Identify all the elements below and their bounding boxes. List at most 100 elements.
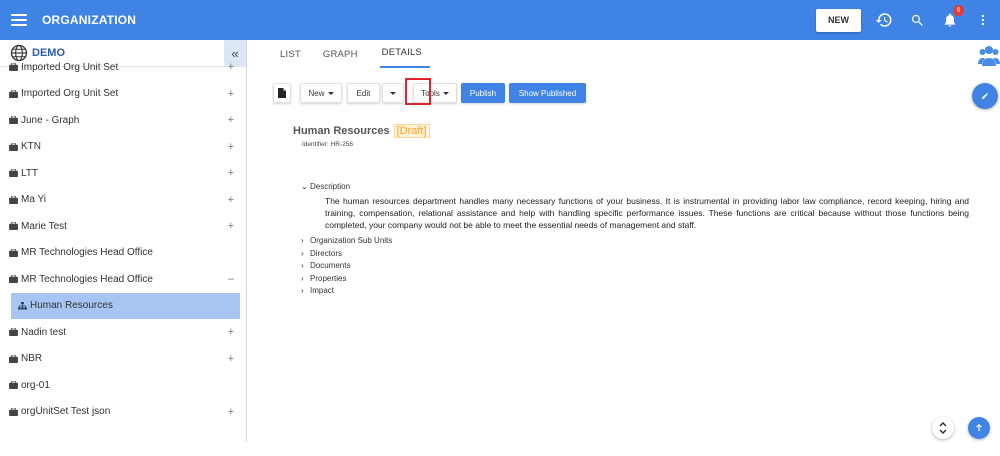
- briefcase-icon: [9, 63, 18, 72]
- sidebar-item-label: MR Technologies Head Office: [21, 273, 153, 285]
- org-tree-icon: [18, 301, 27, 310]
- more-vert-icon[interactable]: [974, 11, 992, 29]
- new-dropdown-button[interactable]: New: [300, 83, 342, 103]
- section-label: Impact: [310, 286, 335, 296]
- arrow-up-icon: [976, 424, 982, 432]
- caret-down-icon: [327, 91, 334, 95]
- sidebar-item[interactable]: LTT +: [0, 160, 246, 187]
- briefcase-icon: [9, 248, 18, 257]
- section-org-sub-units[interactable]: › Organization Sub Units: [301, 235, 971, 248]
- scroll-toggle-button[interactable]: [932, 417, 954, 439]
- sidebar-item[interactable]: NBR +: [0, 346, 246, 373]
- search-icon[interactable]: [908, 11, 926, 29]
- expand-icon[interactable]: +: [228, 353, 234, 365]
- chevron-right-icon: ›: [301, 236, 304, 246]
- sidebar-item-human-resources[interactable]: Human Resources: [11, 292, 240, 319]
- sidebar-item[interactable]: Marie Test +: [0, 213, 246, 240]
- collapse-icon[interactable]: –: [228, 273, 234, 285]
- show-published-button[interactable]: Show Published: [509, 83, 586, 103]
- notifications-badge: 6: [953, 5, 964, 16]
- sidebar-item[interactable]: June - Graph +: [0, 107, 246, 134]
- chevron-right-icon: ›: [301, 261, 304, 271]
- briefcase-icon: [9, 116, 18, 125]
- record-name: Human Resources: [293, 125, 390, 137]
- publish-button[interactable]: Publish: [461, 83, 505, 103]
- record-identifier: Identifier: HR-256: [302, 141, 353, 148]
- expand-icon[interactable]: +: [228, 141, 234, 153]
- sidebar-item[interactable]: MR Technologies Head Office: [0, 240, 246, 267]
- sidebar-item-label: LTT: [21, 167, 39, 179]
- section-label: Description: [310, 181, 351, 191]
- sidebar-item-label: Ma Yi: [21, 194, 47, 206]
- sidebar-item[interactable]: Ma Yi +: [0, 187, 246, 214]
- briefcase-icon: [9, 222, 18, 231]
- details-toolbar: New Edit Tools Publish Show Published: [273, 78, 586, 105]
- briefcase-icon: [9, 328, 18, 337]
- highlight-box: [405, 78, 431, 105]
- briefcase-icon: [9, 195, 18, 204]
- sidebar-item[interactable]: Imported Org Unit Set +: [0, 81, 246, 108]
- sidebar-item-label: Nadin test: [21, 326, 67, 338]
- sidebar-item[interactable]: KTN +: [0, 134, 246, 161]
- sidebar-item[interactable]: org-01: [0, 372, 246, 399]
- tab-graph[interactable]: GRAPH: [323, 49, 358, 68]
- sidebar: DEMO « Imported Org Unit Set + Imported …: [0, 40, 247, 442]
- history-icon[interactable]: [875, 11, 893, 29]
- section-impact[interactable]: › Impact: [301, 285, 971, 298]
- expand-icon[interactable]: +: [228, 88, 234, 100]
- sidebar-item-label: orgUnitSet Test json: [21, 406, 111, 418]
- sidebar-item[interactable]: Nadin test +: [0, 319, 246, 346]
- edit-fab[interactable]: [972, 83, 998, 109]
- expand-icon[interactable]: +: [228, 220, 234, 232]
- sidebar-item[interactable]: Imported Org Unit Set +: [0, 54, 246, 81]
- sidebar-item-label: MR Technologies Head Office: [21, 247, 153, 259]
- section-label: Organization Sub Units: [310, 236, 393, 246]
- expand-icon[interactable]: +: [228, 167, 234, 179]
- section-properties[interactable]: › Properties: [301, 272, 971, 285]
- sidebar-item-label: KTN: [21, 141, 41, 153]
- main-content: LIST GRAPH DETAILS New Edit Tools Publis…: [248, 40, 1000, 456]
- sidebar-item[interactable]: orgUnitSet Test json +: [0, 399, 246, 426]
- sidebar-item-label: Imported Org Unit Set: [21, 88, 119, 100]
- users-icon[interactable]: [978, 42, 1000, 68]
- topbar-actions: NEW 6: [816, 0, 1000, 40]
- caret-down-icon: [390, 91, 396, 95]
- briefcase-icon: [9, 354, 18, 363]
- expand-icon[interactable]: +: [228, 194, 234, 206]
- expand-icon[interactable]: +: [228, 114, 234, 126]
- document-icon: [278, 88, 286, 98]
- section-label: Properties: [310, 273, 347, 283]
- tab-list[interactable]: LIST: [280, 49, 301, 68]
- sidebar-item-label: NBR: [21, 353, 43, 365]
- tab-details[interactable]: DETAILS: [379, 47, 430, 68]
- view-tabs: LIST GRAPH DETAILS: [248, 40, 1000, 68]
- notifications-icon[interactable]: 6: [941, 5, 964, 29]
- expand-icon[interactable]: +: [228, 61, 234, 73]
- draft-status-badge: [Draft]: [393, 124, 430, 138]
- briefcase-icon: [9, 407, 18, 416]
- menu-icon[interactable]: [11, 14, 27, 26]
- sidebar-item[interactable]: MR Technologies Head Office –: [0, 266, 246, 293]
- sidebar-item-label: Marie Test: [21, 220, 67, 232]
- expand-icon[interactable]: +: [228, 326, 234, 338]
- briefcase-icon: [9, 142, 18, 151]
- section-label: Documents: [310, 261, 351, 271]
- briefcase-icon: [9, 381, 18, 390]
- expand-icon[interactable]: +: [228, 406, 234, 418]
- chevron-right-icon: ›: [301, 273, 304, 283]
- section-documents[interactable]: › Documents: [301, 260, 971, 273]
- unfold-icon: [939, 422, 947, 434]
- section-description-header[interactable]: ⌄ Description: [301, 180, 971, 193]
- section-directors[interactable]: › Directors: [301, 247, 971, 260]
- sidebar-item-label: Imported Org Unit Set: [21, 61, 119, 73]
- edit-button[interactable]: Edit: [347, 83, 380, 103]
- sidebar-item-label: org-01: [21, 379, 50, 391]
- new-button[interactable]: NEW: [816, 8, 861, 32]
- briefcase-icon: [9, 169, 18, 178]
- briefcase-icon: [9, 89, 18, 98]
- edit-dropdown-toggle[interactable]: [382, 83, 404, 103]
- scroll-to-top-button[interactable]: [968, 417, 990, 439]
- caret-down-icon: [442, 91, 449, 95]
- document-button[interactable]: [273, 83, 291, 103]
- sidebar-item-label: June - Graph: [21, 114, 80, 126]
